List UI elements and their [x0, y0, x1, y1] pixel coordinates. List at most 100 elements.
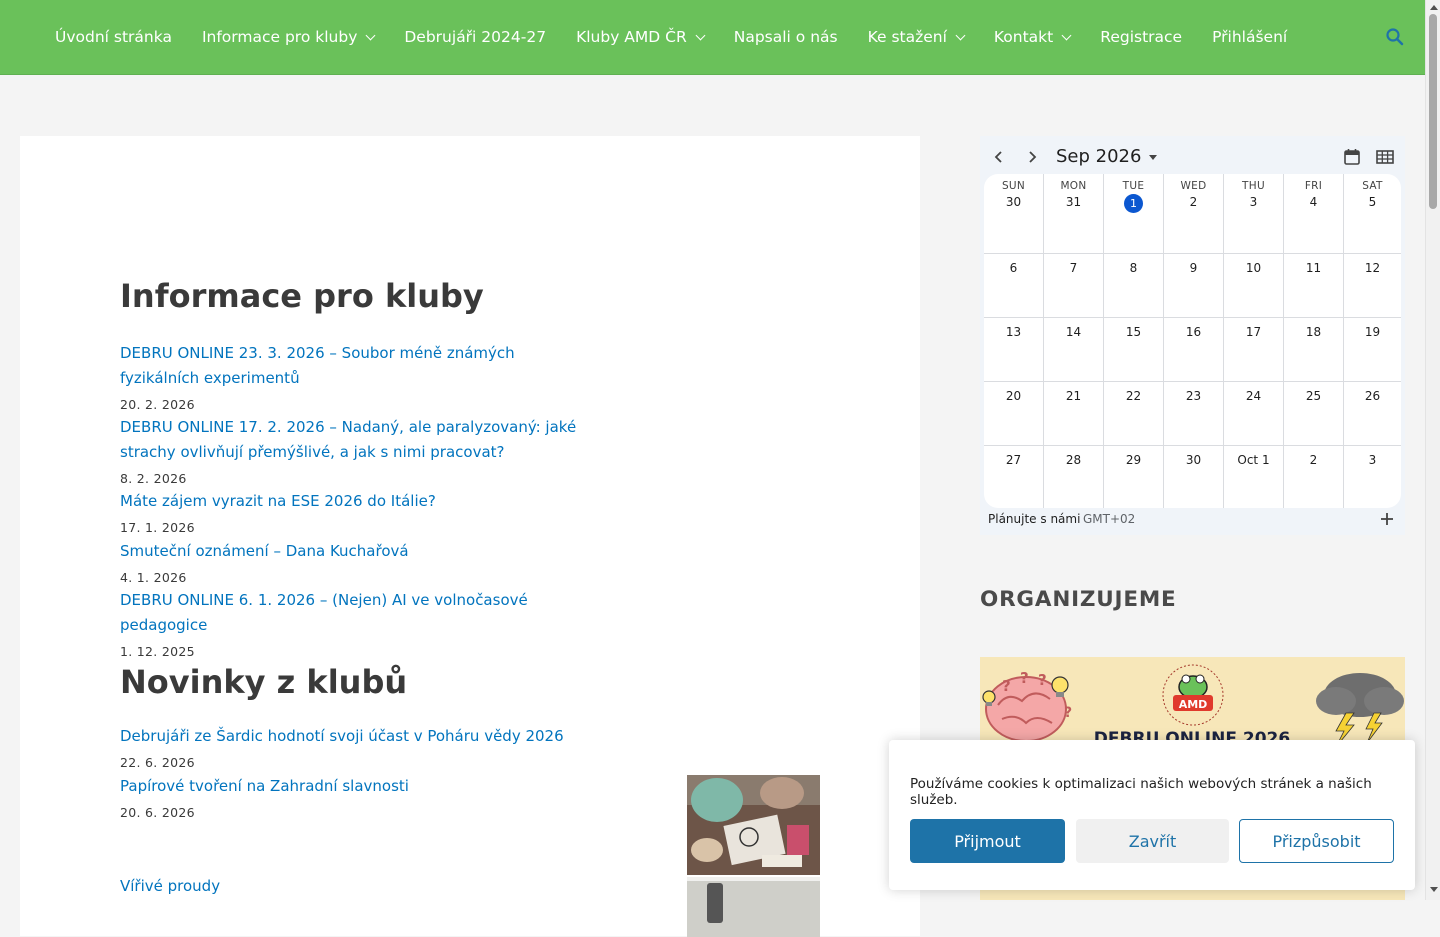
- calendar-day-number: 22: [1125, 389, 1142, 403]
- calendar-day-number: Oct 1: [1237, 453, 1270, 467]
- calendar-weekday-label: SAT: [1362, 180, 1383, 192]
- nav-item[interactable]: Napsali o nás: [719, 0, 853, 74]
- calendar-day-cell[interactable]: 30: [1164, 446, 1224, 508]
- calendar-day-cell[interactable]: Oct 1: [1224, 446, 1284, 508]
- cookie-close-button[interactable]: Zavřít: [1076, 819, 1229, 863]
- calendar-day-cell[interactable]: 9: [1164, 254, 1224, 318]
- chevron-down-icon[interactable]: [695, 30, 706, 40]
- page-scrollbar[interactable]: [1425, 0, 1440, 900]
- nav-item[interactable]: Úvodní stránka: [40, 0, 187, 74]
- calendar-month-label: Sep 2026: [1056, 146, 1142, 167]
- calendar-day-cell[interactable]: 25: [1284, 382, 1344, 446]
- calendar-day-cell[interactable]: 3: [1344, 446, 1401, 508]
- post-link[interactable]: Papírové tvoření na Zahradní slavnosti: [120, 774, 580, 799]
- calendar-day-cell[interactable]: 20: [984, 382, 1044, 446]
- chevron-down-icon[interactable]: [1061, 30, 1072, 40]
- post-link[interactable]: DEBRU ONLINE 23. 3. 2026 – Soubor méně z…: [120, 341, 580, 391]
- calendar-day-cell[interactable]: MON 31: [1044, 174, 1104, 254]
- calendar-day-cell[interactable]: 23: [1164, 382, 1224, 446]
- nav-item[interactable]: Registrace: [1085, 0, 1197, 74]
- nav-item-label: Ke stažení: [867, 28, 947, 46]
- post-link[interactable]: Debrujáři ze Šardic hodnotí svoji účast …: [120, 724, 640, 749]
- section-title-info: Informace pro kluby: [120, 277, 484, 315]
- nav-item[interactable]: Debrujáři 2024-27: [389, 0, 561, 74]
- calendar-day-cell[interactable]: FRI 4: [1284, 174, 1344, 254]
- nav-item[interactable]: Přihlášení: [1197, 0, 1302, 74]
- calendar-day-cell[interactable]: THU 3: [1224, 174, 1284, 254]
- scroll-down-icon[interactable]: [1430, 887, 1438, 892]
- calendar-day-number: 5: [1368, 195, 1377, 209]
- calendar-day-cell[interactable]: 2: [1284, 446, 1344, 508]
- calendar-day-icon[interactable]: [1343, 148, 1361, 166]
- calendar-today-marker: 1: [1124, 194, 1143, 213]
- calendar-day-cell[interactable]: 10: [1224, 254, 1284, 318]
- sidebar-heading: ORGANIZUJEME: [980, 587, 1177, 612]
- calendar-day-cell[interactable]: 27: [984, 446, 1044, 508]
- chevron-down-icon[interactable]: [365, 30, 376, 40]
- nav-item[interactable]: Kontakt: [979, 0, 1085, 74]
- add-icon[interactable]: [1379, 511, 1395, 527]
- nav-item[interactable]: Informace pro kluby: [187, 0, 389, 74]
- calendar-day-cell[interactable]: 13: [984, 318, 1044, 382]
- cookie-customize-button[interactable]: Přizpůsobit: [1239, 819, 1394, 863]
- calendar-timezone: GMT+02: [1083, 512, 1136, 526]
- scrollbar-thumb[interactable]: [1429, 14, 1437, 209]
- calendar-day-cell[interactable]: TUE 1: [1104, 174, 1164, 254]
- main-content: Informace pro kluby DEBRU ONLINE 23. 3. …: [20, 136, 920, 937]
- search-icon[interactable]: [1384, 26, 1406, 48]
- calendar-day-cell[interactable]: 7: [1044, 254, 1104, 318]
- calendar-widget: Sep 2026 SUN 30 MON 31 TUE 1 WED 2 THU 3 FRI 4 SAT 5 6…: [980, 136, 1405, 535]
- post-link[interactable]: Vířivé proudy: [120, 874, 580, 899]
- calendar-name: Plánujte s námi: [988, 512, 1081, 526]
- calendar-day-cell[interactable]: 17: [1224, 318, 1284, 382]
- nav-item[interactable]: Ke stažení: [853, 0, 979, 74]
- post-link[interactable]: Máte zájem vyrazit na ESE 2026 do Itálie…: [120, 489, 580, 514]
- nav-item-label: Přihlášení: [1212, 28, 1288, 46]
- calendar-day-cell[interactable]: 6: [984, 254, 1044, 318]
- post-link[interactable]: DEBRU ONLINE 6. 1. 2026 – (Nejen) AI ve …: [120, 588, 580, 638]
- calendar-month-grid-icon[interactable]: [1375, 148, 1395, 166]
- calendar-day-cell[interactable]: 26: [1344, 382, 1401, 446]
- cookie-text: Používáme cookies k optimalizaci našich …: [910, 776, 1372, 808]
- calendar-day-cell[interactable]: SAT 5: [1344, 174, 1401, 254]
- calendar-month-selector[interactable]: Sep 2026: [1056, 146, 1158, 167]
- calendar-day-cell[interactable]: 15: [1104, 318, 1164, 382]
- site-header: Úvodní stránka Informace pro kluby Debrujá…: [0, 0, 1425, 75]
- scroll-up-icon[interactable]: [1430, 5, 1438, 10]
- nav-item-label: Úvodní stránka: [55, 28, 172, 46]
- post-date: 4. 1. 2026: [120, 570, 187, 585]
- calendar-day-cell[interactable]: WED 2: [1164, 174, 1224, 254]
- calendar-day-cell[interactable]: 14: [1044, 318, 1104, 382]
- question-mark-icon: ?: [1064, 705, 1072, 721]
- post-item: Debrujáři ze Šardic hodnotí svoji účast …: [120, 724, 640, 770]
- cookie-banner: Používáme cookies k optimalizaci našich …: [889, 740, 1415, 890]
- nav-item[interactable]: Kluby AMD ČR: [561, 0, 719, 74]
- calendar-day-number: 21: [1065, 389, 1082, 403]
- calendar-day-cell[interactable]: 28: [1044, 446, 1104, 508]
- post-thumbnail[interactable]: [687, 877, 820, 937]
- post-thumbnail[interactable]: [687, 775, 820, 875]
- calendar-day-cell[interactable]: 12: [1344, 254, 1401, 318]
- post-link[interactable]: Smuteční oznámení – Dana Kuchařová: [120, 539, 580, 564]
- nav-item-label: Kontakt: [993, 28, 1054, 46]
- calendar-day-cell[interactable]: 21: [1044, 382, 1104, 446]
- chevron-left-icon[interactable]: [993, 150, 1005, 164]
- calendar-day-cell[interactable]: 11: [1284, 254, 1344, 318]
- chevron-down-icon[interactable]: [955, 30, 966, 40]
- post-link[interactable]: DEBRU ONLINE 17. 2. 2026 – Nadaný, ale p…: [120, 415, 580, 465]
- nav-item-label: Debrujáři 2024-27: [404, 28, 547, 46]
- calendar-day-number: 23: [1185, 389, 1202, 403]
- calendar-day-cell[interactable]: 29: [1104, 446, 1164, 508]
- calendar-day-cell[interactable]: 19: [1344, 318, 1401, 382]
- cookie-accept-button[interactable]: Přijmout: [910, 819, 1065, 863]
- calendar-day-cell[interactable]: SUN 30: [984, 174, 1044, 254]
- question-mark-icon: ?: [1038, 671, 1047, 689]
- chevron-right-icon[interactable]: [1026, 150, 1038, 164]
- calendar-day-cell[interactable]: 16: [1164, 318, 1224, 382]
- calendar-day-cell[interactable]: 22: [1104, 382, 1164, 446]
- section-title-news: Novinky z klubů: [120, 663, 408, 701]
- calendar-day-number: 30: [1005, 195, 1022, 209]
- calendar-day-cell[interactable]: 24: [1224, 382, 1284, 446]
- calendar-day-cell[interactable]: 18: [1284, 318, 1344, 382]
- calendar-day-cell[interactable]: 8: [1104, 254, 1164, 318]
